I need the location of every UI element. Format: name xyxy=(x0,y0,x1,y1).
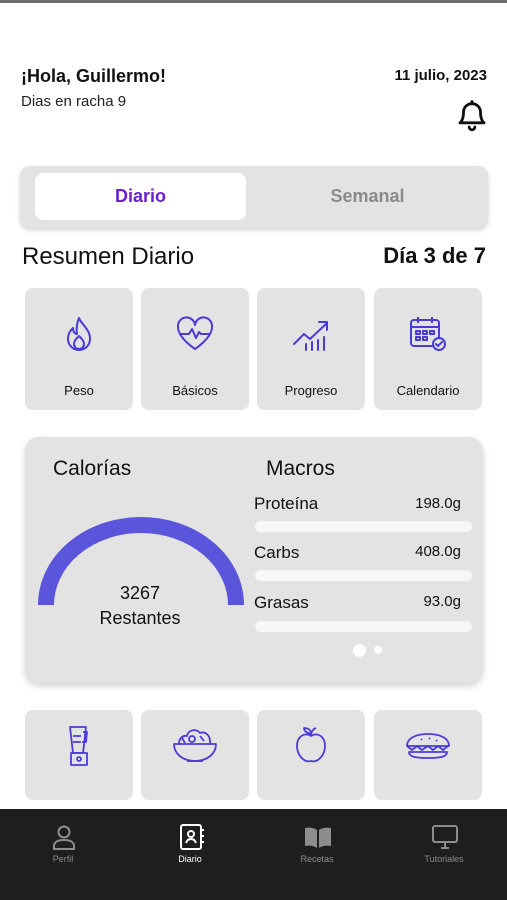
page-indicator-dot[interactable] xyxy=(374,646,382,654)
progreso-label: Progreso xyxy=(284,383,338,398)
macro-name: Carbs xyxy=(254,543,300,562)
nav-recetas[interactable]: Recetas xyxy=(254,809,380,900)
calories-remaining-value: 3267 xyxy=(119,583,161,603)
streak-text: Dias en racha 9 xyxy=(21,93,127,110)
macros-title: Macros xyxy=(266,457,335,480)
salad-tile[interactable] xyxy=(141,710,249,800)
fruit-tile[interactable] xyxy=(257,710,365,800)
tab-diario[interactable]: Diario xyxy=(35,173,246,220)
journal-icon xyxy=(180,824,204,850)
macro-progress-bar xyxy=(255,570,472,581)
calories-title: Calorías xyxy=(53,457,132,480)
nav-label: Recetas xyxy=(300,854,334,864)
macro-progress-bar xyxy=(255,521,472,532)
chart-up-icon xyxy=(293,321,328,351)
calendario-card[interactable]: Calendario xyxy=(374,288,482,410)
basicos-label: Básicos xyxy=(172,383,218,398)
macro-value: 93.0g xyxy=(423,593,461,610)
nav-label: Perfil xyxy=(52,854,74,864)
calendar-check-icon xyxy=(410,317,446,351)
tab-semanal[interactable]: Semanal xyxy=(265,173,470,220)
monitor-icon xyxy=(432,825,458,849)
flame-icon xyxy=(67,317,91,351)
macro-progress-bar xyxy=(255,621,472,632)
progreso-card[interactable]: Progreso xyxy=(257,288,365,410)
user-icon xyxy=(53,825,75,850)
macro-name: Grasas xyxy=(254,593,309,612)
nav-diario[interactable]: Diario xyxy=(127,809,253,900)
bottom-navigation: Perfil Diario Recetas Tutoriales xyxy=(0,809,507,900)
book-icon xyxy=(305,827,331,848)
macro-value: 198.0g xyxy=(415,495,461,512)
basicos-card[interactable]: Básicos xyxy=(141,288,249,410)
sandwich-tile[interactable] xyxy=(374,710,482,800)
peso-label: Peso xyxy=(64,383,94,398)
bell-icon[interactable] xyxy=(455,98,489,132)
calories-remaining-label: Restantes xyxy=(99,608,181,628)
nav-label: Tutoriales xyxy=(424,854,464,864)
salad-icon xyxy=(173,729,217,762)
nav-perfil[interactable]: Perfil xyxy=(0,809,126,900)
day-counter: Día 3 de 7 xyxy=(383,243,486,268)
nav-label: Diario xyxy=(178,854,202,864)
calendario-label: Calendario xyxy=(396,383,460,398)
apple-icon xyxy=(296,727,326,763)
nav-tutoriales[interactable]: Tutoriales xyxy=(381,809,507,900)
view-segmented-control: Diario Semanal xyxy=(20,166,488,228)
heart-pulse-icon xyxy=(176,316,214,350)
summary-title: Resumen Diario xyxy=(22,243,195,270)
macro-name: Proteína xyxy=(254,494,319,513)
blender-icon xyxy=(69,726,88,766)
date-text: 11 julio, 2023 xyxy=(394,67,487,84)
peso-card[interactable]: Peso xyxy=(25,288,133,410)
sandwich-icon xyxy=(406,733,450,759)
smoothie-tile[interactable] xyxy=(25,710,133,800)
greeting-text: ¡Hola, Guillermo! xyxy=(21,66,167,86)
top-border xyxy=(0,0,507,3)
page-indicator-dot-active[interactable] xyxy=(353,644,366,657)
macro-value: 408.0g xyxy=(415,543,461,560)
